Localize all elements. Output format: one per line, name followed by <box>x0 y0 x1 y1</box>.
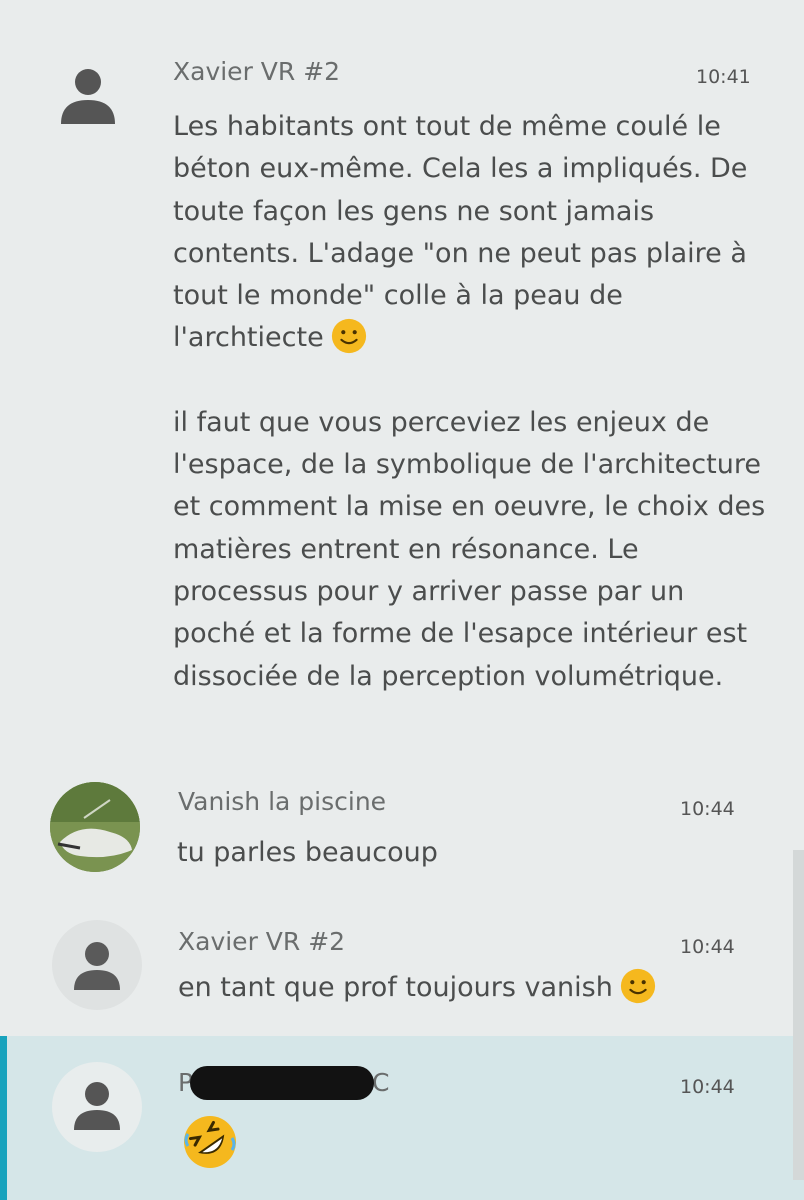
message-timestamp: 10:41 <box>696 66 751 88</box>
user-silhouette-icon <box>74 1082 120 1130</box>
message-paragraph: Les habitants ont tout de même coulé le … <box>173 111 748 354</box>
message-text: en tant que prof toujours vanish <box>178 967 738 1009</box>
message-timestamp: 10:44 <box>680 798 735 820</box>
message-body: en tant que prof toujours vanish <box>178 972 613 1003</box>
chat-thread: Xavier VR #2 10:41 Les habitants ont tou… <box>0 0 804 1200</box>
message-author[interactable]: Vanish la piscine <box>178 787 386 816</box>
default-user-avatar[interactable] <box>52 920 142 1010</box>
user-silhouette-icon <box>74 942 120 990</box>
message-author[interactable]: Xavier VR #2 <box>178 927 345 956</box>
message-author-final-letter: C <box>372 1068 390 1097</box>
message-timestamp: 10:44 <box>680 936 735 958</box>
message-timestamp: 10:44 <box>680 1076 735 1098</box>
message-text: Les habitants ont tout de même coulé le … <box>173 106 773 698</box>
message-author[interactable]: Xavier VR #2 <box>173 57 340 86</box>
smile-emoji-icon <box>619 967 657 1005</box>
message-text: tu parles beaucoup <box>177 837 438 868</box>
message-paragraph: il faut que vous perceviez les enjeux de… <box>173 406 766 692</box>
selection-indicator <box>0 1036 7 1200</box>
smile-emoji-icon <box>330 317 368 355</box>
scrollbar[interactable] <box>793 850 804 1180</box>
default-user-avatar[interactable] <box>43 52 133 142</box>
user-silhouette-icon <box>61 69 115 124</box>
redaction-bar <box>190 1066 374 1100</box>
bird-photo-icon <box>50 782 140 872</box>
photo-avatar[interactable] <box>50 782 140 872</box>
rolling-laughing-emoji-icon <box>180 1114 240 1170</box>
default-user-avatar[interactable] <box>52 1062 142 1152</box>
